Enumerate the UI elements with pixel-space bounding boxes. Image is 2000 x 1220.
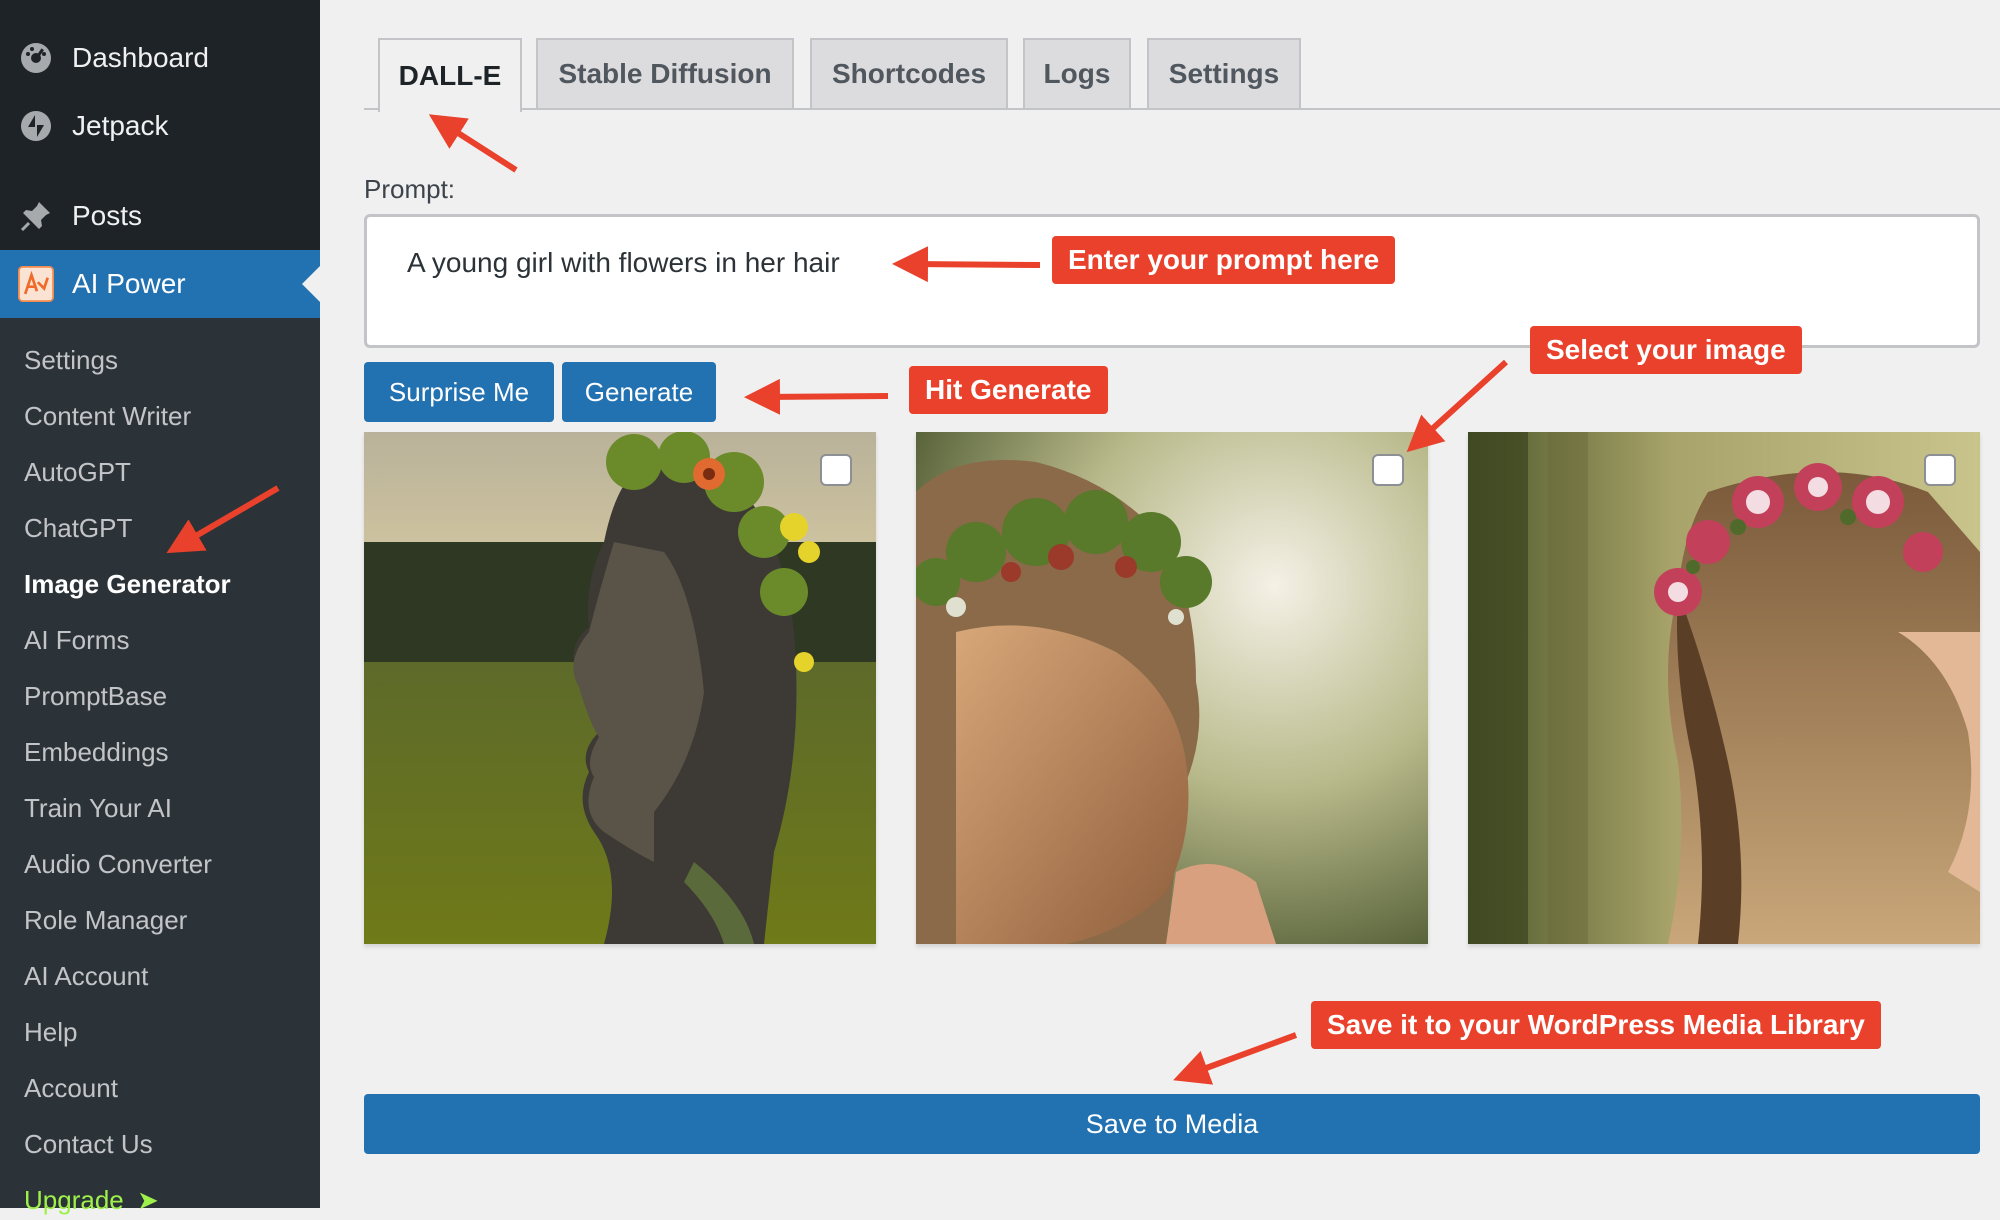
arrow-to-generate xyxy=(744,378,889,415)
image-select-checkbox-2[interactable] xyxy=(1372,454,1404,486)
generated-image-1[interactable] xyxy=(364,432,876,944)
submenu-item-ai-account[interactable]: AI Account xyxy=(24,956,148,996)
tab-logs[interactable]: Logs xyxy=(1023,38,1131,108)
arrow-to-dall-e-tab xyxy=(428,114,518,173)
generated-image-2[interactable] xyxy=(916,432,1428,944)
submenu-item-role-manager[interactable]: Role Manager xyxy=(24,900,187,940)
prompt-text: A young girl with flowers in her hair xyxy=(407,247,840,278)
generated-image-3[interactable] xyxy=(1468,432,1980,944)
active-menu-notch xyxy=(302,266,320,302)
submenu-item-upgrade[interactable]: Upgrade ➤ xyxy=(24,1180,159,1220)
tab-settings[interactable]: Settings xyxy=(1147,38,1301,108)
sidebar-item-ai-power[interactable]: AI Power xyxy=(0,250,320,318)
tab-shortcodes[interactable]: Shortcodes xyxy=(810,38,1008,108)
image-girl-profile-field xyxy=(364,432,876,944)
submenu-item-promptbase[interactable]: PromptBase xyxy=(24,676,167,716)
tabs-baseline xyxy=(364,108,2000,110)
submenu-item-settings[interactable]: Settings xyxy=(24,340,118,380)
image-select-checkbox-3[interactable] xyxy=(1924,454,1956,486)
submenu-item-content-writer[interactable]: Content Writer xyxy=(24,396,191,436)
image-select-checkbox-1[interactable] xyxy=(820,454,852,486)
annotation-save-hint: Save it to your WordPress Media Library xyxy=(1311,1001,1881,1049)
admin-sidebar: Dashboard Jetpack Posts AI Power Setting… xyxy=(0,0,320,1215)
upgrade-label: Upgrade xyxy=(24,1185,124,1215)
pushpin-icon xyxy=(18,198,54,234)
sidebar-item-dashboard[interactable]: Dashboard xyxy=(0,28,320,88)
submenu-item-train-your-ai[interactable]: Train Your AI xyxy=(24,788,172,828)
annotation-generate-hint: Hit Generate xyxy=(909,366,1108,414)
arrow-to-save xyxy=(1173,1032,1298,1085)
sidebar-item-jetpack[interactable]: Jetpack xyxy=(0,96,320,156)
annotation-prompt-hint: Enter your prompt here xyxy=(1052,236,1396,284)
surprise-me-button[interactable]: Surprise Me xyxy=(364,362,554,422)
tab-stable-diffusion[interactable]: Stable Diffusion xyxy=(536,38,794,108)
annotation-select-hint: Select your image xyxy=(1530,326,1802,374)
sidebar-item-label: Posts xyxy=(72,200,143,231)
submenu-item-chatgpt[interactable]: ChatGPT xyxy=(24,508,132,548)
ai-power-logo-icon xyxy=(18,266,54,302)
jetpack-bolt-icon xyxy=(18,108,54,144)
dashboard-gauge-icon xyxy=(18,40,54,76)
image-girl-flower-crown-closeup xyxy=(916,432,1428,944)
sidebar-item-label: Jetpack xyxy=(72,110,169,141)
submenu-item-help[interactable]: Help xyxy=(24,1012,77,1052)
upgrade-arrow-icon: ➤ xyxy=(136,1185,159,1215)
save-to-media-button[interactable]: Save to Media xyxy=(364,1094,1980,1154)
submenu-item-autogpt[interactable]: AutoGPT xyxy=(24,452,131,492)
sidebar-item-label: AI Power xyxy=(72,268,186,299)
submenu-item-audio-converter[interactable]: Audio Converter xyxy=(24,844,212,884)
tab-dall-e[interactable]: DALL-E xyxy=(378,38,522,112)
submenu-item-image-generator[interactable]: Image Generator xyxy=(24,564,231,604)
image-girl-rose-crown-braid xyxy=(1468,432,1980,944)
generate-button[interactable]: Generate xyxy=(562,362,716,422)
sidebar-item-label: Dashboard xyxy=(72,42,209,73)
submenu-item-contact-us[interactable]: Contact Us xyxy=(24,1124,153,1164)
arrow-to-checkbox xyxy=(1406,359,1509,453)
submenu-item-embeddings[interactable]: Embeddings xyxy=(24,732,169,772)
submenu-item-account[interactable]: Account xyxy=(24,1068,118,1108)
ai-power-submenu: Settings Content Writer AutoGPT ChatGPT … xyxy=(0,318,320,1215)
sidebar-item-posts[interactable]: Posts xyxy=(0,186,320,246)
submenu-item-ai-forms[interactable]: AI Forms xyxy=(24,620,129,660)
prompt-label: Prompt: xyxy=(364,174,456,204)
